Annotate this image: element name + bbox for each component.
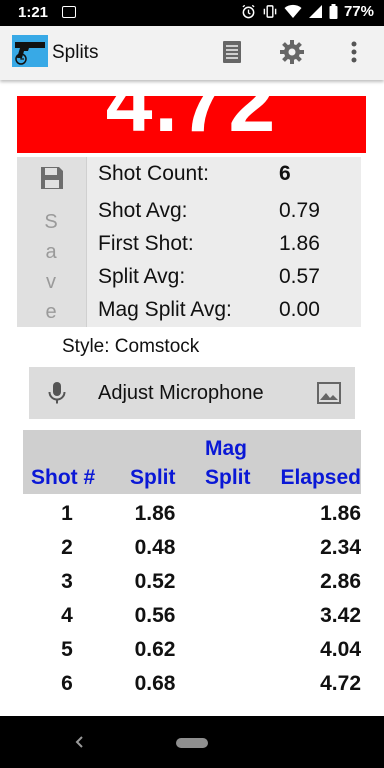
shot-count-label: Shot Count: xyxy=(98,162,209,185)
cell-split: 0.48 xyxy=(134,536,176,559)
column-header-elapsed: Elapsed xyxy=(280,466,361,489)
shot-count-value: 6 xyxy=(279,162,291,185)
cell-elapsed: 1.86 xyxy=(320,502,361,525)
column-header-shot: Shot # xyxy=(31,466,96,489)
cell-split: 0.56 xyxy=(134,604,176,627)
total-time-display[interactable]: 4.72 xyxy=(17,96,366,153)
shot-avg-value: 0.79 xyxy=(279,199,320,222)
first-shot-label: First Shot: xyxy=(98,232,194,255)
column-header-mag-split-line2: Split xyxy=(205,466,251,489)
cell-shot: 1 xyxy=(61,502,73,525)
system-nav-bar xyxy=(0,716,384,768)
vibrate-icon xyxy=(263,5,277,18)
adjust-microphone-button[interactable]: Adjust Microphone xyxy=(29,367,355,419)
cell-elapsed: 4.04 xyxy=(320,638,361,661)
mag-split-avg-value: 0.00 xyxy=(279,298,320,321)
splits-table: Shot # Split Mag Split Elapsed 1 1.86 1.… xyxy=(23,430,361,702)
home-pill[interactable] xyxy=(176,738,208,748)
first-shot-value: 1.86 xyxy=(279,232,320,255)
image-notification-icon xyxy=(62,6,76,18)
split-avg-label: Split Avg: xyxy=(98,265,186,288)
pistol-icon xyxy=(15,42,45,65)
style-text: Style: Comstock xyxy=(62,336,200,357)
column-header-split: Split xyxy=(130,466,176,489)
cell-elapsed: 4.72 xyxy=(320,672,361,695)
battery-percent: 77% xyxy=(343,3,374,20)
table-header: Shot # Split Mag Split Elapsed xyxy=(23,430,361,494)
floppy-disk-icon xyxy=(41,167,63,189)
system-icons: 77% xyxy=(241,3,374,20)
save-label: Save xyxy=(44,211,58,323)
app-title: Splits xyxy=(52,42,99,63)
table-row[interactable]: 5 0.62 4.04 xyxy=(23,634,361,668)
signal-icon xyxy=(308,5,322,18)
cell-elapsed: 3.42 xyxy=(320,604,361,627)
status-time: 1:21 xyxy=(18,4,49,21)
table-row[interactable]: 1 1.86 1.86 xyxy=(23,498,361,532)
list-icon xyxy=(223,41,241,63)
mag-split-avg-label: Mag Split Avg: xyxy=(98,298,232,321)
alarm-icon xyxy=(242,4,255,19)
stats-panel: Save Shot Count: 6 Shot Avg: 0.79 First … xyxy=(17,157,361,327)
table-row[interactable]: 2 0.48 2.34 xyxy=(23,532,361,566)
image-icon xyxy=(317,382,341,404)
cell-split: 0.62 xyxy=(134,638,176,661)
status-bar: 1:21 77% xyxy=(0,0,384,26)
split-avg-value: 0.57 xyxy=(279,265,320,288)
column-header-mag-split-line1: Mag xyxy=(205,437,247,460)
table-body: 1 1.86 1.86 2 0.48 2.34 3 0.52 2.86 4 0.… xyxy=(23,494,361,702)
settings-button[interactable] xyxy=(278,38,306,66)
cell-shot: 5 xyxy=(61,638,73,661)
cell-elapsed: 2.34 xyxy=(320,536,361,559)
gear-icon xyxy=(280,40,304,64)
cell-shot: 4 xyxy=(61,604,73,627)
overflow-menu-button[interactable] xyxy=(340,38,368,66)
total-time-value: 4.72 xyxy=(105,96,278,149)
cell-split: 0.68 xyxy=(134,672,176,695)
battery-icon xyxy=(329,4,338,19)
wifi-icon xyxy=(284,4,302,18)
cell-shot: 3 xyxy=(61,570,73,593)
cell-split: 0.52 xyxy=(134,570,176,593)
save-button[interactable]: Save xyxy=(17,157,87,327)
table-row[interactable]: 4 0.56 3.42 xyxy=(23,600,361,634)
cell-shot: 2 xyxy=(61,536,73,559)
app-logo xyxy=(12,35,48,67)
cell-elapsed: 2.86 xyxy=(320,570,361,593)
app-bar: Splits xyxy=(0,26,384,80)
cell-split: 1.86 xyxy=(134,502,176,525)
table-row[interactable]: 3 0.52 2.86 xyxy=(23,566,361,600)
shot-avg-label: Shot Avg: xyxy=(98,199,188,222)
table-row[interactable]: 6 0.68 4.72 xyxy=(23,668,361,702)
back-icon[interactable] xyxy=(72,734,86,750)
microphone-icon xyxy=(48,382,66,404)
adjust-microphone-label: Adjust Microphone xyxy=(98,382,264,404)
cell-shot: 6 xyxy=(61,672,73,695)
list-button[interactable] xyxy=(218,38,246,66)
more-vert-icon xyxy=(351,41,357,63)
